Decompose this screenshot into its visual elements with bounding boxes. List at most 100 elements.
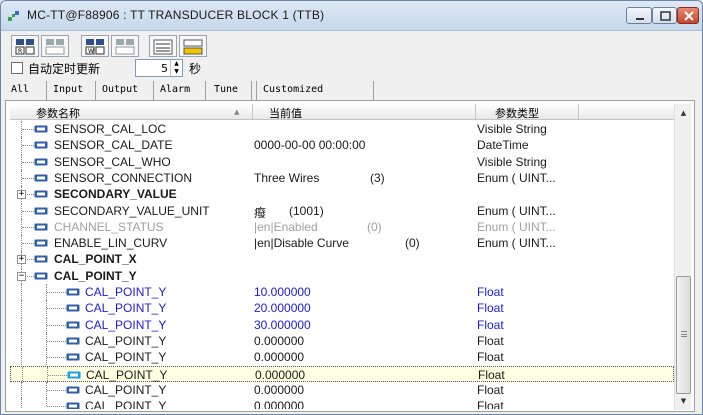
parameter-row[interactable]: + SECONDARY_VALUE bbox=[10, 186, 674, 202]
column-header-type[interactable]: 参数类型 bbox=[495, 105, 539, 120]
parameter-row[interactable]: CAL_POINT_Y 10.000000 Float bbox=[10, 284, 674, 300]
parameter-row[interactable]: SENSOR_CAL_WHO Visible String bbox=[10, 154, 674, 170]
close-button[interactable] bbox=[677, 7, 699, 24]
parameter-value[interactable]: 0.000000 bbox=[254, 334, 304, 348]
parameter-icon bbox=[34, 255, 48, 263]
window-title: MC-TT@F88906 : TT TRANSDUCER BLOCK 1 (TT… bbox=[27, 8, 325, 22]
minimize-icon bbox=[636, 18, 644, 20]
vertical-scrollbar[interactable]: ▲ ▼ bbox=[674, 104, 691, 410]
auto-refresh-checkbox[interactable] bbox=[11, 62, 23, 74]
parameter-row[interactable]: CAL_POINT_Y 0.000000 Float bbox=[10, 349, 674, 365]
parameter-name: SECONDARY_VALUE bbox=[54, 187, 177, 201]
parameter-value[interactable]: 20.000000 bbox=[254, 301, 311, 315]
parameter-value[interactable]: 0.000000 bbox=[254, 350, 304, 364]
scroll-up-arrow-icon[interactable]: ▲ bbox=[675, 105, 692, 121]
write-all-icon bbox=[115, 39, 135, 55]
parameter-type: Float bbox=[478, 368, 505, 382]
parameter-value[interactable]: 0.000000 bbox=[254, 399, 304, 409]
parameter-icon bbox=[34, 190, 48, 198]
write-all-button[interactable] bbox=[111, 35, 139, 57]
refresh-interval-spinner[interactable]: 5 ▲ ▼ bbox=[135, 59, 183, 77]
minimize-button[interactable] bbox=[626, 7, 652, 24]
parameter-row[interactable]: CAL_POINT_Y 0.000000 Float bbox=[10, 333, 674, 349]
parameter-value[interactable]: 0000-00-00 00:00:00 bbox=[254, 138, 365, 152]
parameter-name: CAL_POINT_Y bbox=[54, 269, 137, 283]
read-selected-button[interactable]: R bbox=[11, 35, 39, 57]
parameter-row[interactable]: CHANNEL_STATUS |en|Enabled (0) Enum ( UINT.… bbox=[10, 219, 674, 235]
parameter-name: SENSOR_CONNECTION bbox=[54, 171, 193, 185]
parameter-row[interactable]: + CAL_POINT_X bbox=[10, 251, 674, 267]
parameter-row[interactable]: CAL_POINT_Y 0.000000 Float bbox=[10, 382, 674, 398]
parameter-value[interactable]: 30.000000 bbox=[254, 318, 311, 332]
tab-strip: All Input Output Alarm Tune Customized bbox=[5, 81, 695, 101]
scrollbar-thumb[interactable] bbox=[676, 276, 691, 394]
tab-all[interactable]: All bbox=[5, 81, 45, 100]
close-icon bbox=[684, 11, 694, 21]
parameter-row[interactable]: CAL_POINT_Y 20.000000 Float bbox=[10, 300, 674, 316]
parameter-enum-code: (0) bbox=[367, 220, 382, 234]
column-divider[interactable] bbox=[578, 104, 579, 120]
parameter-name: SENSOR_CAL_LOC bbox=[54, 122, 167, 136]
title-bar[interactable]: MC-TT@F88906 : TT TRANSDUCER BLOCK 1 (TT… bbox=[1, 1, 702, 31]
hex-display-icon bbox=[153, 39, 173, 55]
column-header-value[interactable]: 当前值 bbox=[269, 105, 302, 120]
parameter-row[interactable]: CAL_POINT_Y 30.000000 Float bbox=[10, 317, 674, 333]
help-button[interactable] bbox=[179, 35, 207, 57]
parameter-name: CAL_POINT_X bbox=[54, 252, 137, 266]
maximize-icon bbox=[660, 11, 671, 21]
collapse-icon[interactable]: − bbox=[17, 272, 26, 281]
parameter-row[interactable]: SENSOR_CAL_LOC Visible String bbox=[10, 121, 674, 137]
grip-icon bbox=[681, 331, 687, 337]
expand-icon[interactable]: + bbox=[17, 255, 26, 264]
parameter-type: Float bbox=[477, 383, 504, 397]
parameter-value[interactable]: 0.000000 bbox=[255, 368, 305, 382]
parameter-name: CAL_POINT_Y bbox=[85, 383, 167, 397]
parameter-name: CAL_POINT_Y bbox=[85, 285, 167, 299]
column-header-name[interactable]: 参数名称 bbox=[36, 105, 80, 120]
parameter-type: Enum ( UINT... bbox=[477, 171, 556, 185]
parameter-type: Float bbox=[477, 399, 504, 409]
parameter-row[interactable]: CAL_POINT_Y 0.000000 Float bbox=[10, 398, 674, 409]
maximize-button[interactable] bbox=[652, 7, 677, 24]
parameter-icon bbox=[34, 207, 48, 215]
parameter-row[interactable]: − CAL_POINT_Y bbox=[10, 268, 674, 284]
parameter-rows: SENSOR_CAL_LOC Visible String SENSOR_CAL_D… bbox=[10, 121, 674, 409]
parameter-enum-code: (3) bbox=[370, 171, 385, 185]
parameter-row[interactable]: SENSOR_CONNECTION Three Wires (3) Enum ( UI… bbox=[10, 170, 674, 186]
parameter-value[interactable]: 10.000000 bbox=[254, 285, 311, 299]
spinner-arrows-icon[interactable]: ▲ ▼ bbox=[170, 60, 182, 76]
parameter-icon bbox=[34, 125, 48, 133]
help-icon bbox=[183, 39, 203, 55]
parameter-name: CAL_POINT_Y bbox=[85, 350, 167, 364]
parameter-type: Visible String bbox=[477, 155, 547, 169]
tab-customized[interactable]: Customized bbox=[256, 81, 374, 100]
parameter-value[interactable]: 0.000000 bbox=[254, 383, 304, 397]
parameter-value[interactable]: |en|Disable Curve bbox=[254, 236, 349, 250]
parameter-value[interactable]: Three Wires bbox=[254, 171, 319, 185]
parameter-name: CAL_POINT_Y bbox=[85, 334, 167, 348]
hex-display-button[interactable] bbox=[149, 35, 177, 57]
sort-ascending-icon: ▲ bbox=[234, 108, 240, 116]
write-selected-button[interactable]: W bbox=[81, 35, 109, 57]
parameter-icon bbox=[34, 272, 48, 280]
tab-output[interactable]: Output bbox=[96, 81, 154, 100]
read-all-button[interactable] bbox=[41, 35, 69, 57]
tab-input[interactable]: Input bbox=[46, 81, 96, 100]
parameter-name: CAL_POINT_Y bbox=[86, 368, 168, 382]
expand-icon[interactable]: + bbox=[17, 190, 26, 199]
column-divider[interactable] bbox=[475, 104, 476, 120]
write-selected-icon: W bbox=[85, 39, 105, 55]
parameter-row[interactable]: SECONDARY_VALUE_UNIT 癈 (1001) Enum ( UINT..… bbox=[10, 203, 674, 220]
tab-alarm[interactable]: Alarm bbox=[154, 81, 206, 100]
tab-tune[interactable]: Tune bbox=[208, 81, 252, 100]
parameter-enum-code: (1001) bbox=[289, 204, 324, 218]
parameter-type: Float bbox=[477, 301, 504, 315]
scroll-down-arrow-icon[interactable]: ▼ bbox=[675, 393, 692, 409]
column-divider[interactable] bbox=[252, 104, 253, 120]
parameter-icon bbox=[34, 223, 48, 231]
parameter-row[interactable]: CAL_POINT_Y 0.000000 Float bbox=[10, 366, 674, 383]
parameter-window: MC-TT@F88906 : TT TRANSDUCER BLOCK 1 (TT… bbox=[0, 0, 703, 415]
parameter-row[interactable]: ENABLE_LIN_CURV |en|Disable Curve (0) Enum … bbox=[10, 235, 674, 251]
parameter-row[interactable]: SENSOR_CAL_DATE 0000-00-00 00:00:00 DateTi… bbox=[10, 137, 674, 153]
parameter-value[interactable]: |en|Enabled bbox=[254, 220, 318, 234]
